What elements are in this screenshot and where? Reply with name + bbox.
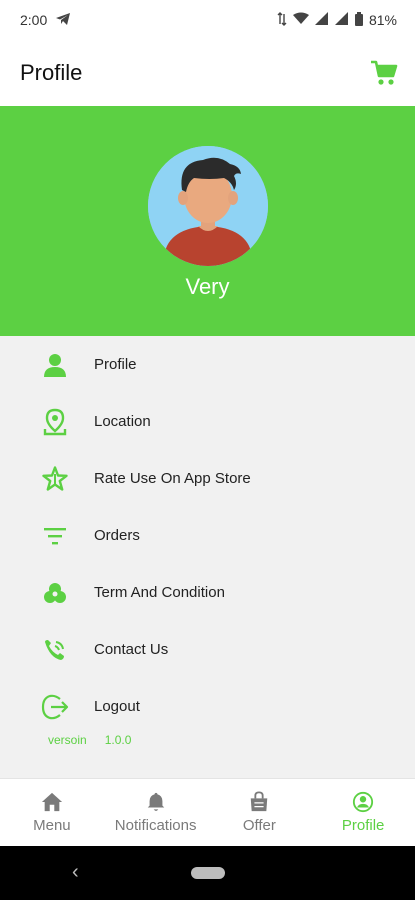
profile-circle-icon <box>353 791 374 813</box>
bottom-navigation: Menu Notifications Offer Profile <box>0 778 415 846</box>
menu-item-profile[interactable]: Profile <box>0 336 415 393</box>
wifi-icon <box>292 12 309 28</box>
back-icon[interactable]: ‹ <box>72 861 79 884</box>
menu-item-label: Orders <box>94 527 140 544</box>
menu-item-label: Rate Use On App Store <box>94 470 251 487</box>
profile-screen: 2:00 81% Profile Very Profile Location R… <box>0 0 415 900</box>
menu-item-label: Profile <box>94 356 137 373</box>
nav-menu[interactable]: Menu <box>0 779 104 846</box>
menu-item-label: Term And Condition <box>94 584 225 601</box>
filter-lines-icon <box>40 521 70 551</box>
avatar[interactable] <box>148 146 268 266</box>
star-icon <box>40 464 70 494</box>
nav-label: Offer <box>242 817 276 834</box>
nav-label: Menu <box>33 817 71 834</box>
user-name: Very <box>185 274 230 299</box>
telegram-icon <box>55 12 71 29</box>
signal-icon-2 <box>334 12 349 28</box>
system-navigation-bar: ‹ <box>0 846 415 900</box>
version-label: versoin <box>48 733 87 747</box>
profile-menu: Profile Location Rate Use On App Store O… <box>0 336 415 735</box>
version-value: 1.0.0 <box>104 733 132 747</box>
menu-item-label: Logout <box>94 698 140 715</box>
menu-item-terms[interactable]: Term And Condition <box>0 564 415 621</box>
menu-item-location[interactable]: Location <box>0 393 415 450</box>
cart-icon <box>371 60 398 85</box>
status-left: 2:00 <box>20 12 71 29</box>
nav-notifications[interactable]: Notifications <box>104 779 208 846</box>
shopping-bag-icon <box>251 791 268 812</box>
battery-icon <box>354 11 363 29</box>
logout-icon <box>40 692 70 722</box>
menu-item-label: Contact Us <box>94 641 169 658</box>
data-arrows-icon <box>277 11 287 29</box>
nav-profile[interactable]: Profile <box>311 779 415 846</box>
menu-item-label: Location <box>94 413 151 430</box>
status-right: 81% <box>277 11 397 29</box>
home-icon <box>41 792 62 812</box>
nav-label: Profile <box>341 817 385 834</box>
cart-button[interactable] <box>367 56 401 90</box>
contact-icon <box>40 635 70 665</box>
person-icon <box>40 350 70 380</box>
signal-icon <box>314 12 329 28</box>
home-pill[interactable] <box>191 867 225 879</box>
status-bar: 2:00 81% <box>0 0 415 40</box>
app-bar: Profile <box>0 40 415 106</box>
nav-offer[interactable]: Offer <box>208 779 312 846</box>
avatar-image <box>148 146 268 266</box>
terms-icon <box>40 578 70 608</box>
battery-percent: 81% <box>368 12 397 28</box>
menu-item-logout[interactable]: Logout <box>0 678 415 735</box>
bell-icon <box>147 792 164 811</box>
menu-item-contact[interactable]: Contact Us <box>0 621 415 678</box>
nav-label: Notifications <box>114 817 197 834</box>
menu-item-orders[interactable]: Orders <box>0 507 415 564</box>
location-pin-icon <box>40 407 70 437</box>
page-title: Profile <box>20 60 83 85</box>
menu-item-rate-app[interactable]: Rate Use On App Store <box>0 450 415 507</box>
status-time: 2:00 <box>20 12 48 28</box>
profile-header: Very <box>0 106 415 336</box>
version-info: versoin 1.0.0 <box>48 733 131 747</box>
